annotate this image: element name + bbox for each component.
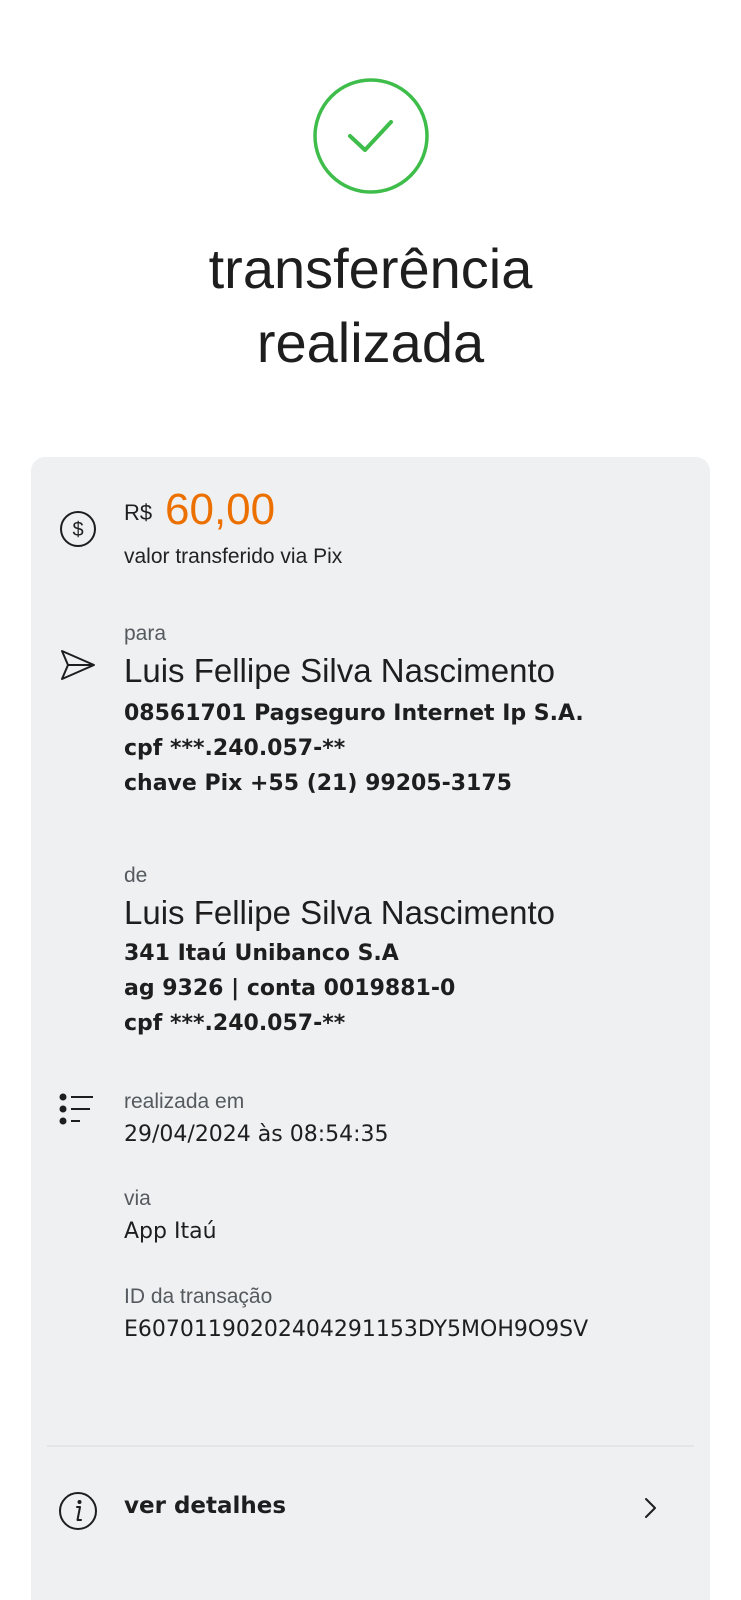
recipient-cpf: cpf ***.240.057-** bbox=[124, 736, 346, 761]
date-value: 29/04/2024 às 08:54:35 bbox=[124, 1122, 389, 1147]
chevron-right-icon bbox=[645, 1498, 656, 1518]
via-value: App Itaú bbox=[124, 1219, 217, 1244]
receipt-card: $ R$ 60,00 valor transferido via Pix par… bbox=[31, 457, 710, 1600]
amount-caption: valor transferido via Pix bbox=[124, 545, 343, 568]
send-icon bbox=[61, 650, 95, 680]
page-title: transferência realizada bbox=[0, 232, 741, 380]
sender-bank: 341 Itaú Unibanco S.A bbox=[124, 941, 399, 966]
currency-label: R$ bbox=[124, 500, 153, 525]
transaction-id-value: E60701190202404291153DY5MOH9O9SV bbox=[124, 1317, 589, 1342]
sender-account: ag 9326 | conta 0019881-0 bbox=[124, 976, 456, 1001]
list-icon bbox=[59, 1093, 93, 1125]
transfer-amount: 60,00 bbox=[165, 485, 276, 534]
sender-label: de bbox=[124, 864, 148, 887]
ver-detalhes-label: ver detalhes bbox=[124, 1493, 287, 1519]
date-label: realizada em bbox=[124, 1090, 245, 1113]
info-icon bbox=[59, 1492, 97, 1530]
dollar-coin-icon: $ bbox=[60, 511, 96, 547]
page-title-line-2: realizada bbox=[256, 311, 485, 374]
recipient-name: Luis Fellipe Silva Nascimento bbox=[124, 652, 556, 689]
ver-detalhes-button[interactable]: ver detalhes bbox=[31, 1457, 710, 1567]
sender-name: Luis Fellipe Silva Nascimento bbox=[124, 894, 556, 931]
recipient-pix-key: chave Pix +55 (21) 99205-3175 bbox=[124, 771, 512, 796]
divider bbox=[47, 1445, 694, 1447]
svg-text:$: $ bbox=[72, 519, 83, 541]
recipient-label: para bbox=[124, 622, 167, 645]
page-title-line-1: transferência bbox=[208, 237, 533, 300]
sender-cpf: cpf ***.240.057-** bbox=[124, 1011, 346, 1036]
check-circle-icon bbox=[313, 78, 429, 194]
via-label: via bbox=[124, 1187, 151, 1210]
recipient-bank: 08561701 Pagseguro Internet Ip S.A. bbox=[124, 701, 584, 726]
transaction-id-label: ID da transação bbox=[124, 1285, 273, 1308]
